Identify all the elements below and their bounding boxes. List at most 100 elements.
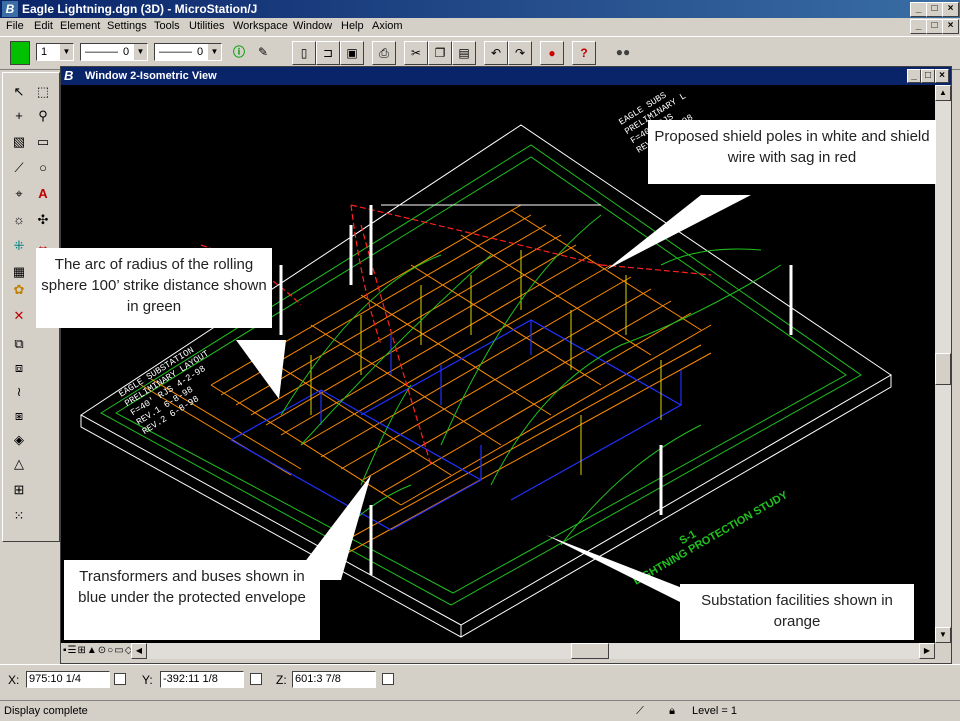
info-icon[interactable]: ⓘ bbox=[228, 41, 250, 63]
measure-icon[interactable]: ⚲ bbox=[31, 105, 55, 127]
print-icon[interactable]: ⎙ bbox=[372, 41, 396, 65]
x-coordinate-field[interactable]: 975:10 1/4 bbox=[26, 671, 110, 688]
copy-icon[interactable]: ❐ bbox=[428, 41, 452, 65]
view-vertical-scrollbar[interactable]: ▲ ▼ bbox=[935, 85, 951, 643]
menu-window[interactable]: Window bbox=[293, 20, 332, 32]
view-control-icons[interactable]: ▪☰⊞▲⊙○▭◇ bbox=[63, 645, 133, 656]
view-titlebar: B Window 2-Isometric View _ □ × bbox=[61, 67, 951, 85]
cut-icon[interactable]: ✂ bbox=[404, 41, 428, 65]
place-block-icon[interactable]: ▧ bbox=[7, 131, 31, 153]
line-style-dropdown-icon[interactable]: ▼ bbox=[134, 44, 147, 60]
active-level-status[interactable]: Level = 1 bbox=[692, 705, 737, 717]
menu-workspace[interactable]: Workspace bbox=[233, 20, 288, 32]
delete-icon[interactable]: ✕ bbox=[7, 305, 31, 327]
scroll-down-icon[interactable]: ▼ bbox=[935, 627, 951, 643]
redo-icon[interactable]: ↷ bbox=[508, 41, 532, 65]
place-shape-icon[interactable]: ▭ bbox=[31, 131, 55, 153]
bulb-icon[interactable]: ● bbox=[540, 41, 564, 65]
menu-edit[interactable]: Edit bbox=[34, 20, 53, 32]
status-bar: Display complete ⟋ 🔒︎ Level = 1 bbox=[0, 700, 960, 721]
horizontal-scroll-thumb[interactable] bbox=[571, 643, 609, 659]
extend-icon[interactable]: ⧆ bbox=[7, 405, 31, 427]
view-window-icon: B bbox=[64, 68, 74, 83]
copy-element-icon[interactable]: ⧈ bbox=[7, 357, 31, 379]
drawing-study-title: LIGHTNING PROTECTION STUDY bbox=[632, 489, 791, 588]
maximize-button[interactable]: □ bbox=[926, 2, 943, 17]
menu-bar: File Edit Element Settings Tools Utiliti… bbox=[0, 18, 960, 35]
y-coordinate-field[interactable]: -392:11 1/8 bbox=[160, 671, 244, 688]
view-close-button[interactable]: × bbox=[935, 69, 949, 83]
scroll-up-icon[interactable]: ▲ bbox=[935, 85, 951, 101]
vertical-scroll-thumb[interactable] bbox=[935, 353, 951, 385]
dots-icon[interactable]: ⁙ bbox=[7, 505, 31, 527]
open-file-icon[interactable]: ⊐ bbox=[316, 41, 340, 65]
line-style-sample: ——— bbox=[85, 46, 118, 58]
cad-input-icon[interactable]: ✎ bbox=[252, 41, 274, 63]
palette-icon[interactable]: ✿ bbox=[7, 279, 31, 301]
y-lock-checkbox[interactable] bbox=[250, 673, 262, 685]
app-title: Eagle Lightning.dgn (3D) - MicroStation/… bbox=[22, 2, 258, 16]
paste-icon[interactable]: ▤ bbox=[452, 41, 476, 65]
level-dropdown-icon[interactable]: ▼ bbox=[60, 44, 73, 60]
menu-axiom[interactable]: Axiom bbox=[372, 20, 403, 32]
x-label: X: bbox=[8, 673, 20, 687]
select-element-icon[interactable]: ↖ bbox=[7, 81, 31, 103]
spring-icon[interactable]: ≀ bbox=[7, 381, 31, 403]
fill-icon[interactable]: ◈ bbox=[7, 429, 31, 451]
line-style-combo[interactable]: ——— 0 ▼ bbox=[80, 43, 148, 61]
save-icon[interactable]: ▣ bbox=[340, 41, 364, 65]
view-horizontal-scrollbar[interactable]: ◀ ▶ bbox=[131, 643, 935, 659]
yellow-poles bbox=[310, 250, 662, 475]
menu-tools[interactable]: Tools bbox=[154, 20, 180, 32]
active-color-swatch[interactable] bbox=[10, 41, 30, 65]
traffic-lights-icon[interactable]: ●● bbox=[612, 41, 634, 63]
level-value: 1 bbox=[41, 46, 48, 58]
modify-icon[interactable]: ⧉ bbox=[7, 333, 31, 355]
menu-utilities[interactable]: Utilities bbox=[189, 20, 224, 32]
z-coordinate-field[interactable]: 601:3 7/8 bbox=[292, 671, 376, 688]
move-icon[interactable]: ⁜ bbox=[7, 235, 31, 257]
lock-icon[interactable]: 🔒︎ bbox=[662, 705, 682, 718]
menu-element[interactable]: Element bbox=[60, 20, 100, 32]
fence-icon[interactable]: ⬚ bbox=[31, 81, 55, 103]
doc-restore-button[interactable]: □ bbox=[926, 19, 943, 34]
cell-icon[interactable]: ☼ bbox=[7, 209, 31, 231]
line-weight-dropdown-icon[interactable]: ▼ bbox=[208, 44, 221, 60]
place-circle-icon[interactable]: ○ bbox=[31, 157, 55, 179]
z-label: Z: bbox=[276, 673, 287, 687]
place-line-icon[interactable]: ⟋ bbox=[7, 157, 31, 179]
menu-help[interactable]: Help bbox=[341, 20, 364, 32]
close-button[interactable]: × bbox=[942, 2, 959, 17]
snap-mode-icon[interactable]: ⟋ bbox=[628, 705, 652, 718]
place-text-icon[interactable]: A bbox=[31, 183, 55, 205]
place-point-icon[interactable]: + bbox=[7, 105, 31, 127]
view-controls: ▪☰⊞▲⊙○▭◇ bbox=[61, 643, 133, 661]
minimize-button[interactable]: _ bbox=[910, 2, 927, 17]
accudraw-coordinate-bar: X: 975:10 1/4 Y: -392:11 1/8 Z: 601:3 7/… bbox=[0, 664, 960, 691]
snap-icon[interactable]: ✣ bbox=[31, 209, 55, 231]
view-minimize-button[interactable]: _ bbox=[907, 69, 921, 83]
rolling-sphere-callout: The arc of radius of the rolling sphere … bbox=[36, 248, 272, 328]
substation-callout: Substation facilities shown in orange bbox=[680, 584, 914, 640]
tree-icon[interactable]: ⊞ bbox=[7, 479, 31, 501]
line-style-value: 0 bbox=[123, 46, 130, 58]
undo-icon[interactable]: ↶ bbox=[484, 41, 508, 65]
menu-settings[interactable]: Settings bbox=[107, 20, 147, 32]
scroll-right-icon[interactable]: ▶ bbox=[919, 643, 935, 659]
menu-file[interactable]: File bbox=[6, 20, 24, 32]
app-titlebar: B Eagle Lightning.dgn (3D) - MicroStatio… bbox=[0, 0, 960, 18]
scroll-left-icon[interactable]: ◀ bbox=[131, 643, 147, 659]
view-maximize-button[interactable]: □ bbox=[921, 69, 935, 83]
level-combo[interactable]: 1 ▼ bbox=[36, 43, 74, 61]
doc-close-button[interactable]: × bbox=[942, 19, 959, 34]
doc-minimize-button[interactable]: _ bbox=[910, 19, 927, 34]
z-lock-checkbox[interactable] bbox=[382, 673, 394, 685]
help-question-icon[interactable]: ? bbox=[572, 41, 596, 65]
dimension-icon[interactable]: ⌖ bbox=[7, 183, 31, 205]
line-weight-combo[interactable]: ——— 0 ▼ bbox=[154, 43, 222, 61]
new-file-icon[interactable]: ▯ bbox=[292, 41, 316, 65]
main-toolbar: 1 ▼ ——— 0 ▼ ——— 0 ▼ ⓘ ✎ ▯ ⊐ ▣ ⎙ ✂ ❐ ▤ ↶ ↷ ● ?… bbox=[0, 36, 960, 70]
triangle-icon[interactable]: △ bbox=[7, 453, 31, 475]
x-lock-checkbox[interactable] bbox=[114, 673, 126, 685]
line-weight-sample: ——— bbox=[159, 46, 192, 58]
